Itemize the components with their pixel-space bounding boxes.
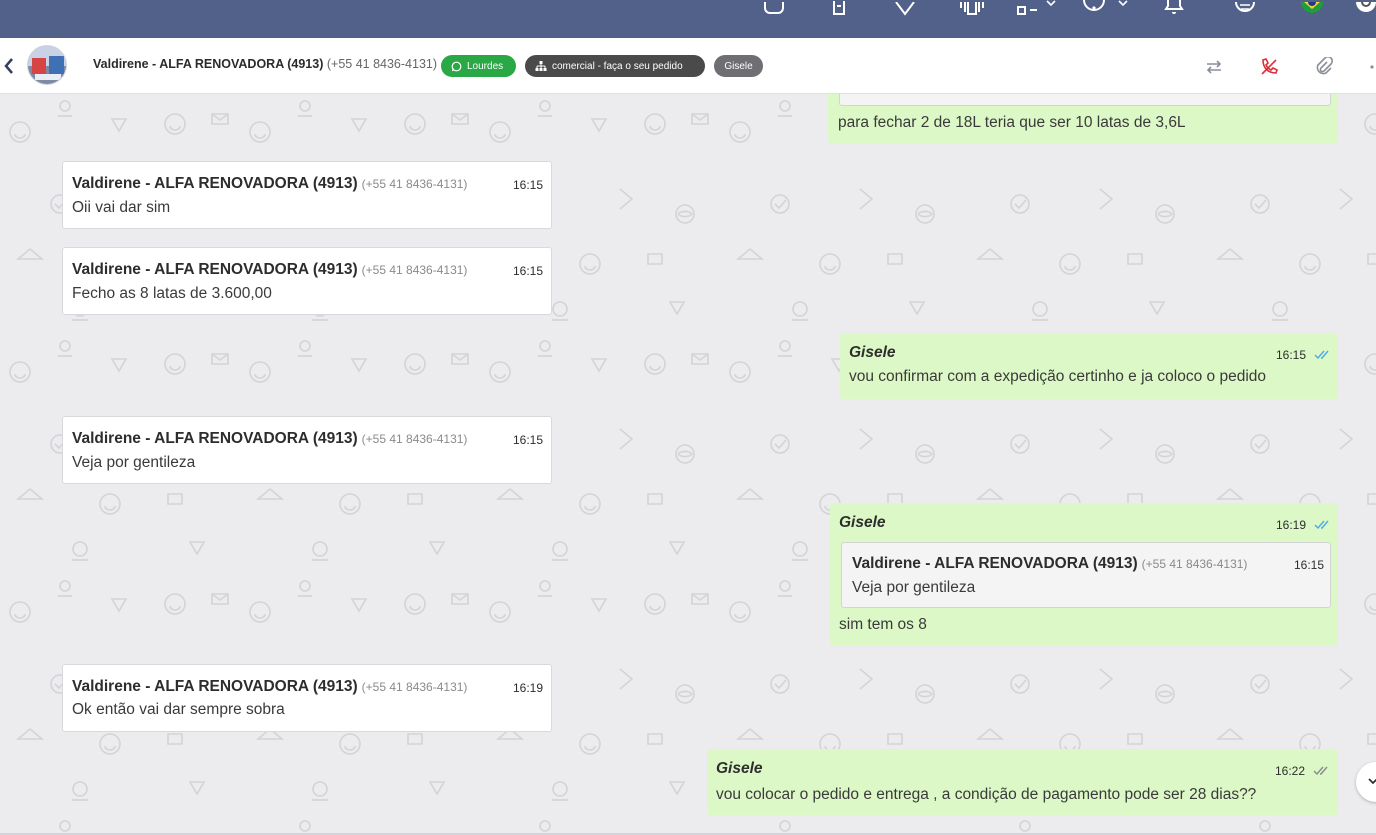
- message-sender: Gisele: [839, 514, 886, 531]
- apps-add-icon[interactable]: [1016, 0, 1038, 16]
- chevron-down-icon: [1368, 778, 1376, 785]
- contact-phone: (+55 41 8436-4131): [326, 57, 438, 71]
- sender-name: Valdirene - ALFA RENOVADORA (4913): [72, 261, 358, 278]
- contact-avatar[interactable]: [27, 45, 67, 85]
- message-sender: Gisele: [849, 344, 896, 361]
- message-text: vou confirmar com a expedição certinho e…: [849, 368, 1267, 385]
- contact-name: Valdirene - ALFA RENOVADORA (4913): [93, 57, 324, 71]
- help-icon[interactable]: [1082, 0, 1106, 16]
- message-time: 16:15: [1276, 348, 1307, 362]
- sender-phone: (+55 41 8436-4131): [361, 432, 468, 446]
- message-bubble-outgoing[interactable]: Gisele 16:22 vou colocar o pedido e entr…: [707, 749, 1338, 815]
- message-sender: Gisele: [716, 760, 763, 777]
- message-sender: Valdirene - ALFA RENOVADORA (4913) (+55 4…: [72, 430, 467, 448]
- message-sender: Valdirene - ALFA RENOVADORA (4913) (+55 4…: [72, 678, 467, 696]
- quoted-time: 16:15: [1294, 558, 1325, 572]
- channel-tag-label: Lourdes: [467, 60, 504, 72]
- chat-header: Valdirene - ALFA RENOVADORA (4913) (+55 …: [0, 38, 1376, 94]
- quoted-sender: Valdirene - ALFA RENOVADORA (4913) (+55 4…: [852, 555, 1247, 573]
- message-sender: Valdirene - ALFA RENOVADORA (4913) (+55 4…: [72, 261, 467, 279]
- menu-list-icon[interactable]: [1234, 0, 1256, 16]
- transfer-icon[interactable]: [1204, 57, 1224, 77]
- sitemap-icon: [535, 60, 547, 71]
- message-time: 16:15: [513, 264, 544, 278]
- message-time: 16:19: [513, 681, 544, 695]
- message-bubble-incoming[interactable]: Valdirene - ALFA RENOVADORA (4913) (+55 4…: [62, 161, 552, 229]
- message-bubble-outgoing[interactable]: para fechar 2 de 18L teria que ser 10 la…: [828, 94, 1338, 143]
- agent-tag[interactable]: Gisele: [714, 55, 763, 77]
- sender-name: Valdirene - ALFA RENOVADORA (4913): [852, 555, 1138, 572]
- message-bubble-outgoing[interactable]: Gisele 16:15 vou confirmar com a expediç…: [840, 333, 1338, 399]
- contact-title: Valdirene - ALFA RENOVADORA (4913) (+55 …: [93, 57, 437, 71]
- phone-vibrate-icon[interactable]: [958, 0, 986, 16]
- message-text: Ok então vai dar sempre sobra: [72, 701, 285, 718]
- channel-tag[interactable]: Lourdes: [441, 55, 516, 77]
- quoted-message[interactable]: [839, 94, 1331, 106]
- message-time: 16:15: [513, 178, 544, 192]
- brazil-flag-icon[interactable]: [1300, 0, 1324, 16]
- whatsapp-icon: [451, 61, 462, 71]
- read-receipt-icon: [1314, 350, 1329, 360]
- delivered-receipt-icon: [1313, 766, 1328, 776]
- google-account-icon[interactable]: [1356, 0, 1376, 16]
- message-time: 16:19: [1276, 518, 1307, 532]
- bell-icon[interactable]: [1164, 0, 1184, 16]
- scroll-down-button[interactable]: [1356, 762, 1376, 802]
- sender-phone: (+55 41 8436-4131): [1141, 557, 1248, 571]
- queue-tag-label: comercial - faça o seu pedido: [552, 60, 683, 72]
- message-text: sim tem os 8: [839, 616, 927, 633]
- message-sender: Valdirene - ALFA RENOVADORA (4913) (+55 4…: [72, 175, 467, 193]
- read-receipt-icon: [1314, 520, 1329, 530]
- sender-name: Valdirene - ALFA RENOVADORA (4913): [72, 430, 358, 447]
- attachment-icon[interactable]: [1314, 55, 1334, 77]
- agent-tag-label: Gisele: [724, 60, 753, 72]
- message-bubble-incoming[interactable]: Valdirene - ALFA RENOVADORA (4913) (+55 4…: [62, 247, 552, 315]
- message-text: para fechar 2 de 18L teria que ser 10 la…: [838, 114, 1186, 131]
- message-text: Oii vai dar sim: [72, 199, 171, 216]
- clipboard-icon[interactable]: [830, 0, 848, 16]
- chat-area[interactable]: para fechar 2 de 18L teria que ser 10 la…: [0, 94, 1376, 835]
- chevron-down-icon[interactable]: [1118, 0, 1128, 8]
- sender-phone: (+55 41 8436-4131): [361, 680, 468, 694]
- top-toolbar: [0, 0, 1376, 38]
- end-call-icon[interactable]: [1259, 57, 1279, 77]
- back-arrow-icon[interactable]: [2, 56, 16, 76]
- message-bubble-outgoing[interactable]: Gisele 16:19 Valdirene - ALFA RENOVADORA…: [830, 503, 1338, 645]
- message-bubble-incoming[interactable]: Valdirene - ALFA RENOVADORA (4913) (+55 4…: [62, 664, 552, 732]
- more-options-icon[interactable]: [1366, 57, 1376, 77]
- message-bubble-incoming[interactable]: Valdirene - ALFA RENOVADORA (4913) (+55 4…: [62, 416, 552, 484]
- queue-tag[interactable]: comercial - faça o seu pedido: [525, 55, 705, 77]
- message-text: Fecho as 8 latas de 3.600,00: [72, 285, 272, 302]
- quoted-message[interactable]: Valdirene - ALFA RENOVADORA (4913) (+55 4…: [841, 542, 1331, 608]
- sender-phone: (+55 41 8436-4131): [361, 263, 468, 277]
- chevron-down-icon[interactable]: [1046, 0, 1056, 8]
- chat-bubble-icon[interactable]: [762, 0, 786, 16]
- sender-name: Valdirene - ALFA RENOVADORA (4913): [72, 678, 358, 695]
- quoted-text: Veja por gentileza: [852, 579, 976, 596]
- message-time: 16:22: [1275, 764, 1306, 778]
- sender-name: Valdirene - ALFA RENOVADORA (4913): [72, 175, 358, 192]
- sender-phone: (+55 41 8436-4131): [361, 177, 468, 191]
- message-text: vou colocar o pedido e entrega , a condi…: [716, 786, 1257, 803]
- tag-icon[interactable]: [895, 0, 915, 16]
- message-time: 16:15: [513, 433, 544, 447]
- message-text: Veja por gentileza: [72, 454, 196, 471]
